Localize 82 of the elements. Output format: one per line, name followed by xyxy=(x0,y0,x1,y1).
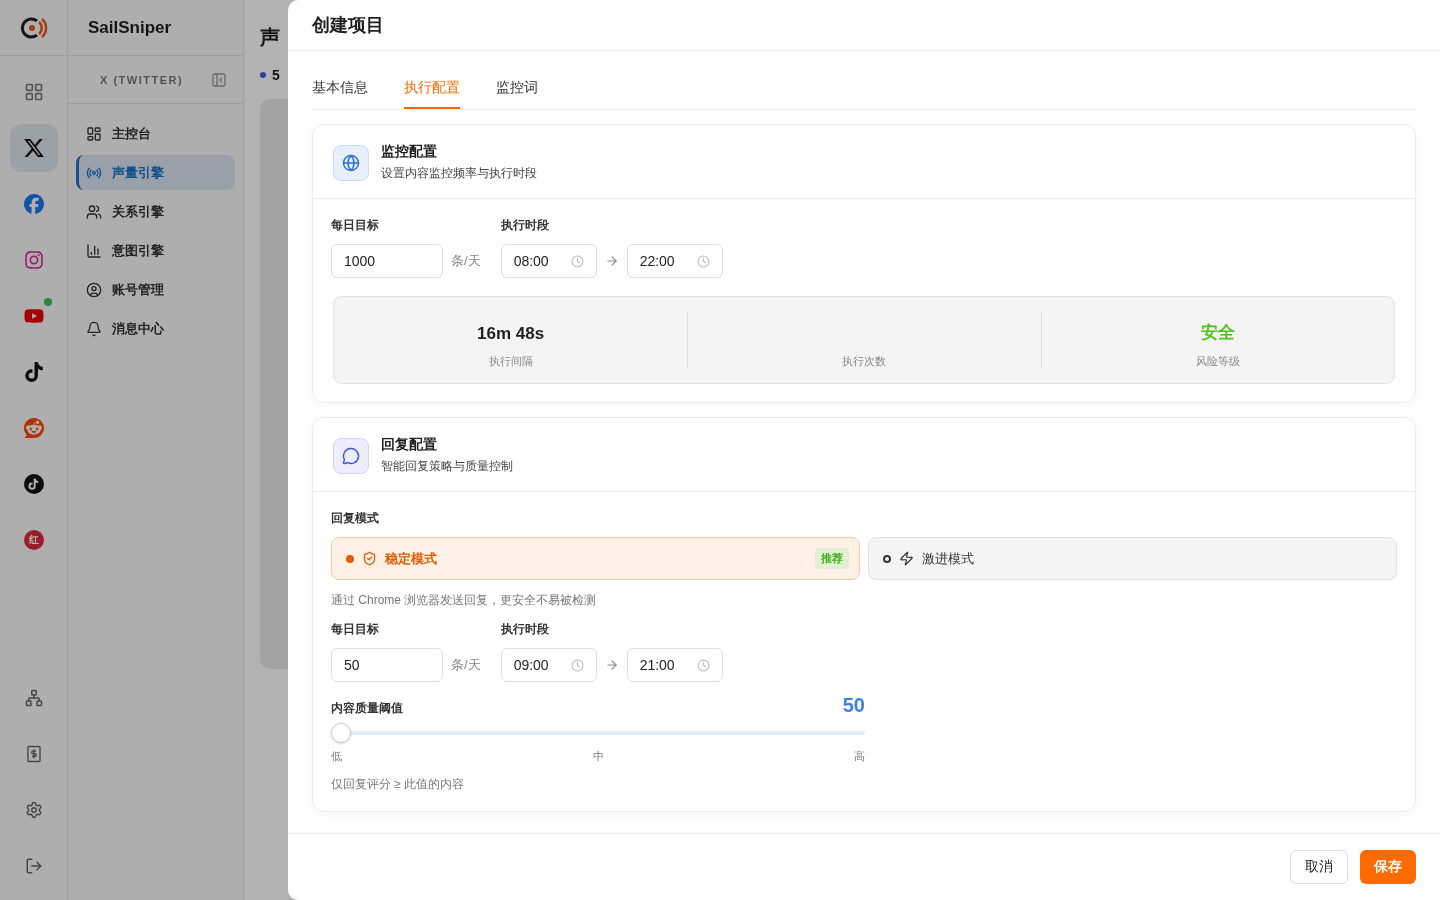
arrow-right-icon xyxy=(604,254,619,268)
reddit-logo-icon xyxy=(23,418,44,438)
field-label: 回复模式 xyxy=(331,510,380,527)
nav-item[interactable]: 意图引擎 xyxy=(76,233,235,268)
mode-hint: 通过 Chrome 浏览器发送回复，更安全不易被检测 xyxy=(331,592,598,609)
logout-icon[interactable] xyxy=(24,857,43,875)
daily-target-input[interactable]: 1000 xyxy=(331,244,443,278)
tab[interactable]: 基本信息 xyxy=(312,67,368,109)
tiktok-logo-icon xyxy=(23,362,44,382)
start-time-input[interactable]: 09:00 xyxy=(500,648,597,682)
bolt-icon xyxy=(899,551,914,566)
stat-value: 5 xyxy=(272,67,280,83)
slider-thumb[interactable] xyxy=(331,723,351,743)
daily-target-input[interactable]: 50 xyxy=(331,648,443,682)
field-label: 每日目标 xyxy=(331,621,380,638)
platform-button[interactable] xyxy=(9,124,58,172)
start-time-input[interactable]: 08:00 xyxy=(500,244,597,278)
stat-value: 16m 48s xyxy=(477,324,545,344)
unit-label: 条/天 xyxy=(451,656,481,674)
arrow-right-icon xyxy=(604,658,619,672)
dollar-receipt-icon[interactable] xyxy=(24,745,43,763)
tick-label: 高 xyxy=(854,749,865,764)
card-title: 监控配置 xyxy=(381,143,438,161)
app-name: SailSniper xyxy=(68,0,243,56)
facebook-logo-icon xyxy=(23,194,44,214)
account-icon xyxy=(86,281,102,298)
nav-item[interactable]: 账号管理 xyxy=(76,272,235,307)
tick-label: 中 xyxy=(592,749,604,764)
stat-label: 执行次数 xyxy=(842,354,887,369)
instagram-logo-icon xyxy=(23,250,44,270)
card-title: 回复配置 xyxy=(381,436,438,454)
status-dot-icon xyxy=(260,72,266,78)
cancel-button[interactable]: 取消 xyxy=(1290,850,1348,884)
chat-bubble-icon xyxy=(342,446,360,465)
field-label: 执行时段 xyxy=(500,217,550,234)
end-time-input[interactable]: 21:00 xyxy=(626,648,723,682)
x-logo-icon xyxy=(22,137,45,159)
mode-label: 稳定模式 xyxy=(385,549,437,568)
page-title: 声 xyxy=(260,25,280,50)
nav-item[interactable]: 消息中心 xyxy=(76,311,235,346)
threshold-hint: 仅回复评分 ≥ 此值的内容 xyxy=(331,776,466,793)
stat-label: 风险等级 xyxy=(1195,354,1240,369)
card-subtitle: 设置内容监控频率与执行时段 xyxy=(381,165,537,182)
chart-icon xyxy=(86,242,102,259)
clock-icon xyxy=(570,658,584,672)
recommended-badge: 推荐 xyxy=(815,548,849,569)
youtube-logo-icon xyxy=(23,306,44,326)
radio-icon xyxy=(883,554,891,563)
field-label: 执行时段 xyxy=(500,621,550,638)
field-label: 每日目标 xyxy=(331,217,380,234)
threshold-reading: 50 xyxy=(842,694,865,717)
unit-label: 条/天 xyxy=(451,252,481,270)
nav-item[interactable]: 关系引擎 xyxy=(76,194,235,229)
platform-button[interactable]: 红 xyxy=(9,516,58,564)
stat-label: 执行间隔 xyxy=(488,354,533,369)
slider-track[interactable] xyxy=(331,723,865,743)
grid-icon[interactable] xyxy=(23,82,44,102)
clock-icon xyxy=(696,658,710,672)
stat-value: 安全 xyxy=(1200,322,1235,344)
card-subtitle: 智能回复策略与质量控制 xyxy=(381,458,513,475)
mode-option[interactable]: 激进模式 xyxy=(868,537,1397,580)
field-label: 内容质量阈值 xyxy=(331,700,403,717)
xiaohongshu-logo: 红 xyxy=(23,530,44,550)
tick-label: 低 xyxy=(331,749,342,764)
users-icon xyxy=(86,203,102,220)
nav-item[interactable]: 主控台 xyxy=(76,116,235,151)
network-icon[interactable] xyxy=(24,689,43,707)
mode-label: 激进模式 xyxy=(922,549,974,568)
globe-icon xyxy=(342,153,360,172)
radio-icon xyxy=(346,554,354,563)
clock-icon xyxy=(696,254,710,268)
shield-icon xyxy=(362,551,377,566)
tiktok-logo-icon xyxy=(23,474,44,494)
drawer-title: 创建项目 xyxy=(288,0,1440,51)
platform-label: X (TWITTER) xyxy=(100,73,184,86)
bell-icon xyxy=(86,320,102,337)
settings-icon[interactable] xyxy=(24,801,43,819)
dashboard-icon xyxy=(86,125,102,142)
tab[interactable]: 监控词 xyxy=(496,67,538,109)
collapse-icon[interactable] xyxy=(211,71,227,88)
end-time-input[interactable]: 22:00 xyxy=(626,244,723,278)
clock-icon xyxy=(570,254,584,268)
